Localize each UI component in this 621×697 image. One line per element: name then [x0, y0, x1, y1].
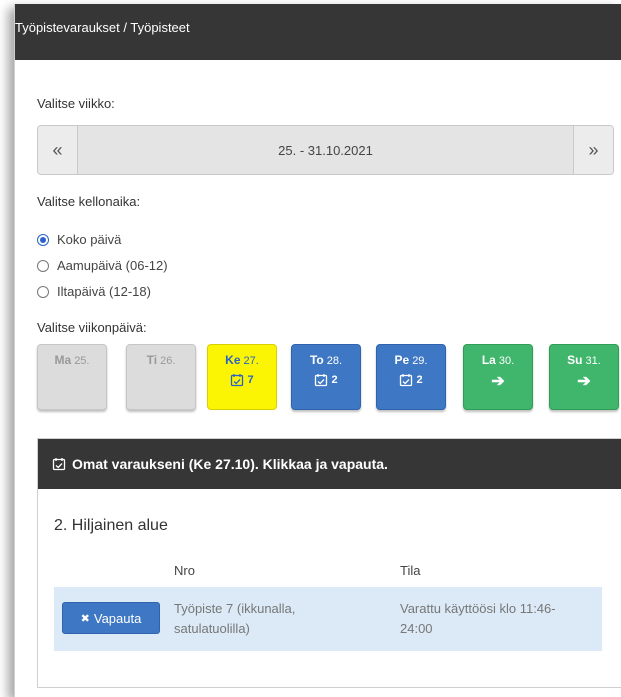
day-name: To — [309, 353, 324, 367]
week-selector: « 25. - 31.10.2021 » — [37, 125, 614, 175]
next-week-button[interactable]: » — [573, 126, 613, 174]
day-name: Ma — [54, 353, 72, 367]
workstation-cell: Työpiste 7 (ikkunalla, satulatuolilla) — [174, 599, 295, 639]
workstation-line1: Työpiste 7 (ikkunalla, — [174, 601, 296, 616]
day-date: 28. — [326, 355, 343, 367]
arrow-right-icon: ➔ — [491, 373, 505, 390]
day-count: 7 — [247, 374, 254, 386]
day-date: 30. — [498, 355, 515, 367]
day-date: 29. — [412, 355, 428, 367]
breadcrumb-text[interactable]: Työpistevaraukset / Työpisteet — [15, 20, 190, 35]
day-name: La — [481, 353, 496, 367]
area-title: 2. Hiljainen alue — [54, 517, 168, 534]
status-line1: Varattu käyttöösi klo 11:46- — [400, 601, 556, 616]
day-button-ma: Ma 25. — [37, 344, 107, 410]
column-header-tila: Tila — [400, 563, 421, 578]
calendar-check-icon — [231, 374, 244, 387]
radio-label: Iltapäivä (12-18) — [57, 284, 151, 299]
column-header-nro: Nro — [174, 563, 195, 578]
day-date: 27. — [243, 355, 259, 367]
radio-koko-paiva[interactable]: Koko päivä — [37, 232, 121, 247]
weekday-label: Valitse viikonpäivä: — [37, 320, 147, 335]
release-button[interactable]: ✖ Vapauta — [62, 602, 160, 634]
arrow-right-icon: ➔ — [577, 373, 591, 390]
day-count: 2 — [331, 374, 338, 386]
day-date: 26. — [160, 355, 176, 367]
time-label: Valitse kellonaika: — [37, 194, 141, 209]
radio-button-checked[interactable] — [37, 233, 49, 246]
day-button-pe[interactable]: Pe 29. 2 — [376, 344, 446, 410]
day-date: 25. — [74, 355, 90, 367]
radio-label: Aamupäivä (06-12) — [57, 258, 168, 273]
calendar-check-icon — [52, 458, 66, 471]
reservations-header: Omat varaukseni (Ke 27.10). Klikkaa ja v… — [38, 439, 621, 489]
status-line2: 24:00 — [400, 621, 433, 636]
breadcrumb: Työpistevaraukset / Työpisteet — [15, 4, 621, 60]
day-name: Pe — [394, 353, 410, 367]
radio-button[interactable] — [37, 259, 49, 272]
prev-week-button[interactable]: « — [38, 126, 78, 174]
reservations-title: Omat varaukseni (Ke 27.10). Klikkaa ja v… — [72, 456, 388, 472]
day-button-ke[interactable]: Ke 27. 7 — [207, 344, 277, 410]
day-button-la[interactable]: La 30. ➔ — [463, 344, 533, 410]
workstation-line2: satulatuolilla) — [174, 621, 250, 636]
calendar-check-icon — [315, 374, 328, 387]
day-name: Ke — [225, 353, 241, 367]
day-button-su[interactable]: Su 31. ➔ — [549, 344, 619, 410]
week-range: 25. - 31.10.2021 — [78, 126, 573, 174]
radio-button[interactable] — [37, 285, 49, 298]
release-button-label: Vapauta — [93, 610, 142, 626]
weekday-buttons: Ma25. Ti26. Ke27. 7 To28. 2 Pe29. 2 — [37, 344, 621, 410]
calendar-check-icon — [400, 374, 413, 387]
radio-label: Koko päivä — [57, 232, 122, 247]
day-name: Su — [567, 353, 583, 367]
week-label: Valitse viikko: — [37, 96, 115, 111]
radio-aamupaiva[interactable]: Aamupäivä (06-12) — [37, 258, 168, 273]
day-button-to[interactable]: To 28. 2 — [291, 344, 361, 410]
radio-iltapaiva[interactable]: Iltapäivä (12-18) — [37, 284, 151, 299]
reservations-panel: Omat varaukseni (Ke 27.10). Klikkaa ja v… — [37, 438, 621, 688]
app-window: Työpistevaraukset / Työpisteet Valitse v… — [14, 4, 621, 697]
table-row: ✖ Vapauta Työpiste 7 (ikkunalla, satulat… — [54, 587, 602, 651]
status-cell: Varattu käyttöösi klo 11:46- 24:00 — [400, 599, 556, 639]
close-icon: ✖ — [80, 612, 90, 625]
day-button-ti: Ti 26. — [126, 344, 196, 410]
day-count: 2 — [416, 374, 423, 386]
day-date: 31. — [585, 355, 601, 367]
day-name: Ti — [146, 353, 158, 367]
